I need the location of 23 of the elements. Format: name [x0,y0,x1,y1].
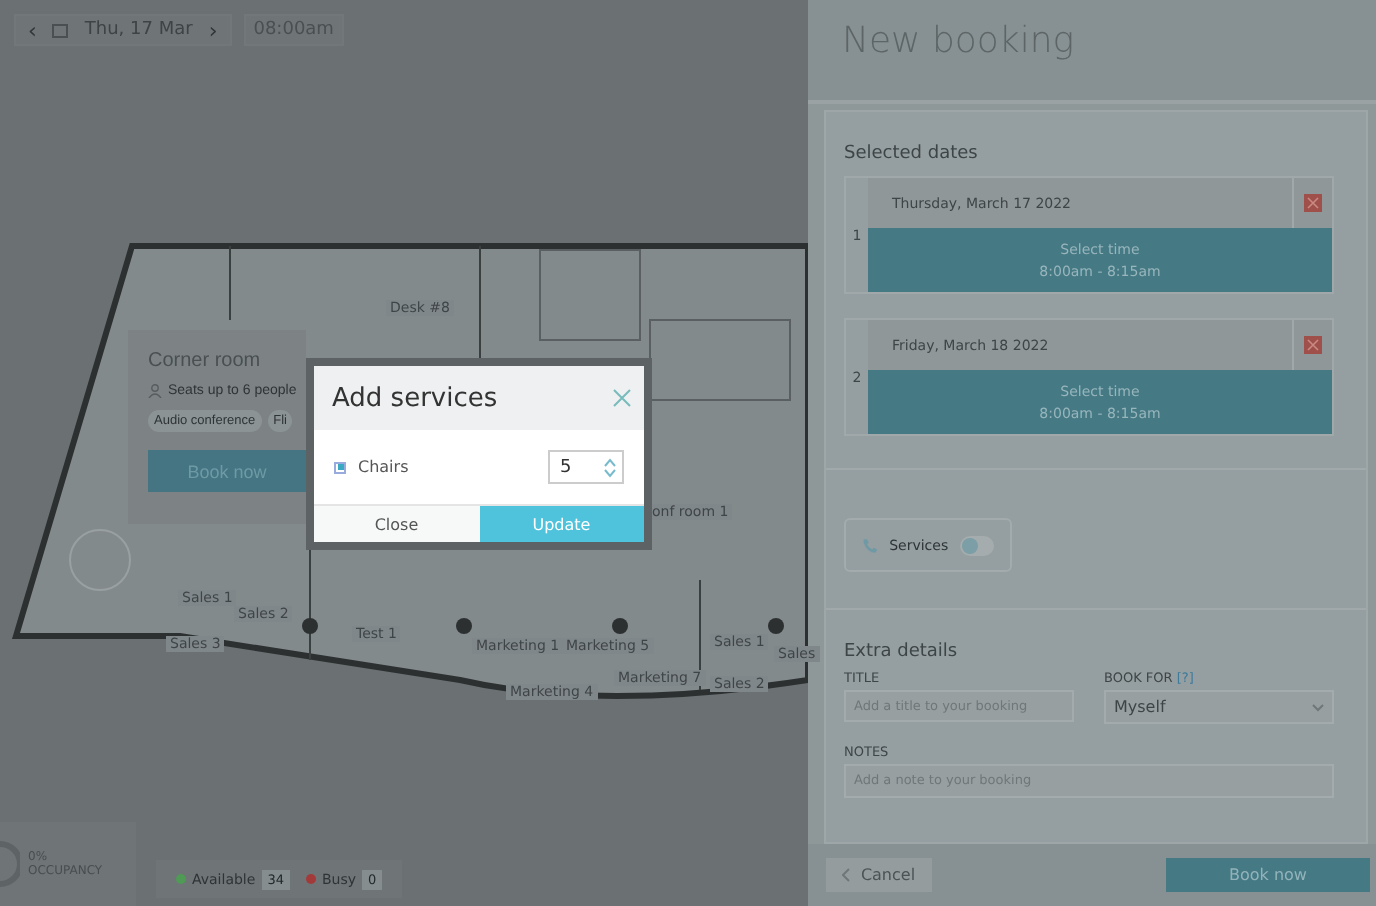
chevron-left-icon [842,868,851,882]
services-switch[interactable] [960,535,994,555]
stepper-icon [604,457,616,477]
book-now-button[interactable]: Book now [1166,858,1370,892]
section-heading: Extra details [844,642,960,662]
person-icon [148,384,162,398]
close-button[interactable]: Close [314,504,479,542]
next-day-button[interactable]: › [208,17,218,43]
chevron-down-icon [1312,703,1324,711]
previous-day-button[interactable]: ‹ [28,17,37,43]
close-icon [1304,194,1322,212]
close-icon [1304,336,1322,354]
dialog-title: Add services [332,383,498,413]
calendar-icon [52,22,69,38]
update-button[interactable]: Update [479,504,644,542]
cancel-button[interactable]: Cancel [826,858,932,892]
quantity-input[interactable]: 5 [548,450,624,484]
close-icon[interactable] [612,388,632,408]
section-heading: Selected dates [844,144,980,164]
service-label: Chairs [358,458,409,476]
book-for-select[interactable]: Myself [1104,690,1334,724]
service-checkbox[interactable] [334,461,346,473]
phone-icon [862,535,878,555]
